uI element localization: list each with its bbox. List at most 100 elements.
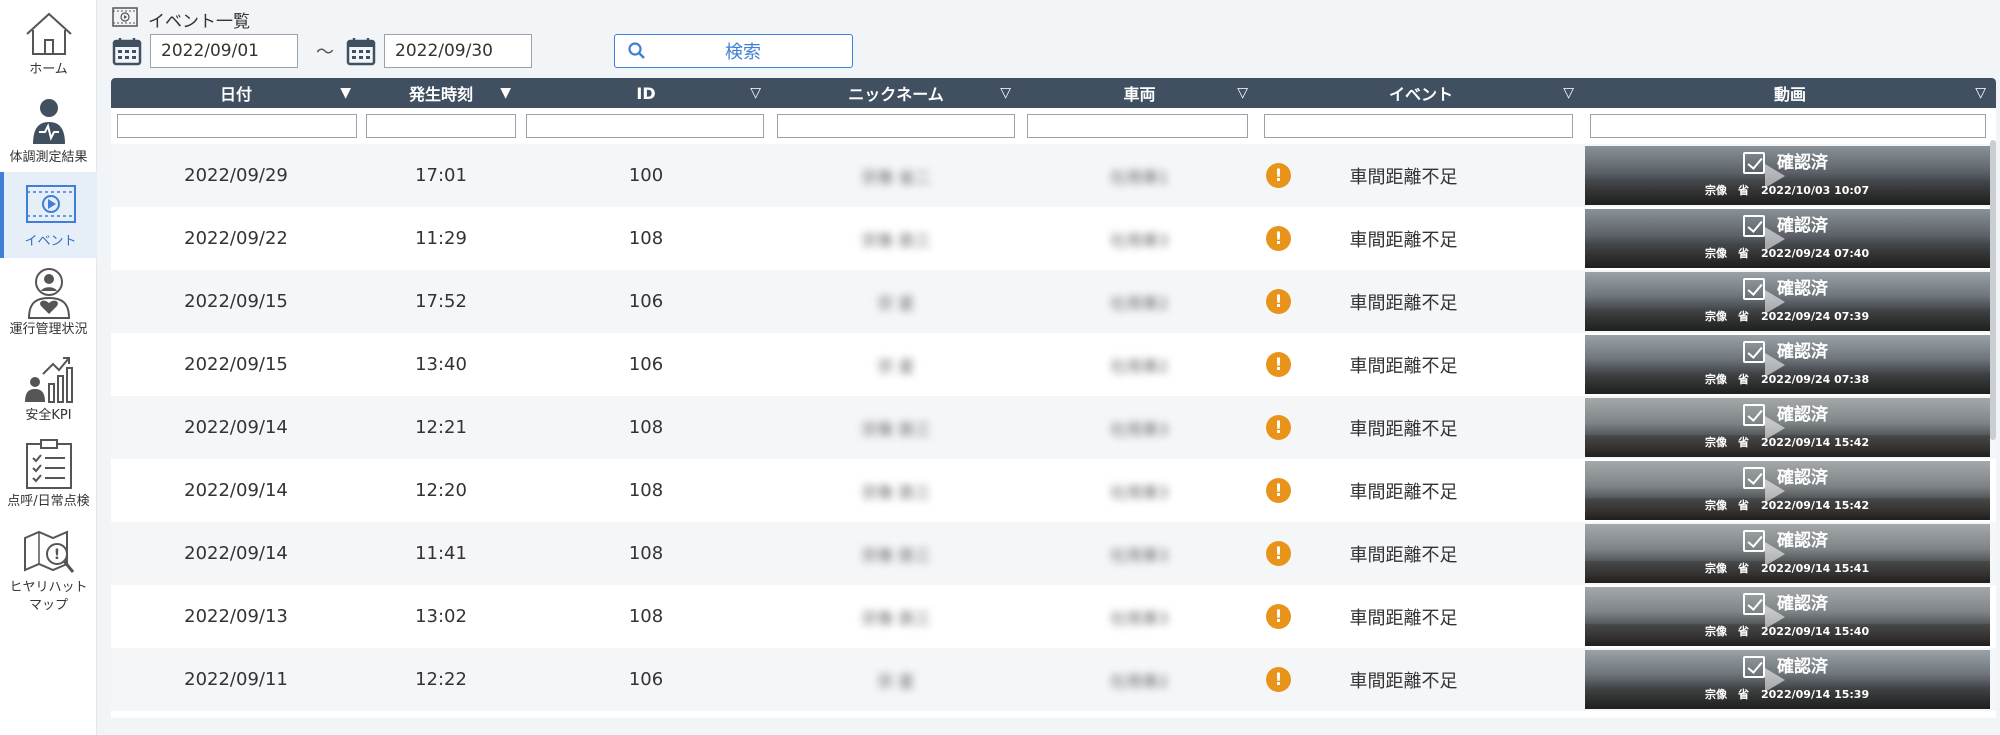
cell-vehicle: 社用車1 — [1110, 167, 1169, 187]
video-status: 確認済 — [1777, 216, 1828, 236]
cell-event: 車間距離不足 — [1349, 670, 1458, 692]
video-meta: 宗像 省 2022/09/14 15:40 — [1705, 625, 1955, 639]
filter-vehicle-input[interactable] — [1027, 114, 1248, 138]
checkbox-checked-icon[interactable] — [1743, 341, 1765, 363]
table-row[interactable]: 2022/09/14 12:21 108 宗像 鉄三 社用車3! 車間距離不足 確認済 宗像 … — [111, 396, 1996, 459]
cell-id: 108 — [628, 417, 664, 438]
table-row[interactable]: 2022/09/15 17:52 106 宗 星 社用車2! 車間距離不足 確認済 宗像 省 2… — [111, 270, 1996, 333]
table-row[interactable]: 2022/09/13 13:02 108 宗像 鉄三 社用車3! 車間距離不足 確認済 宗像 … — [111, 585, 1996, 648]
date-to-input[interactable] — [384, 34, 532, 68]
video-meta: 宗像 省 2022/09/24 07:38 — [1705, 373, 1955, 387]
video-thumbnail[interactable]: 確認済 宗像 省 2022/09/14 15:39 — [1585, 650, 1990, 709]
video-thumbnail[interactable]: 確認済 宗像 省 2022/09/14 15:42 — [1585, 461, 1990, 520]
video-thumbnail[interactable]: 確認済 宗像 省 2022/09/24 07:40 — [1585, 209, 1990, 268]
table-row[interactable]: 2022/09/22 11:29 108 宗像 鉄三 社用車3! 車間距離不足 確認済 宗像 … — [111, 207, 1996, 270]
cell-nickname: 宗像 鉄三 — [861, 419, 931, 439]
cell-vehicle: 社用車3 — [1110, 482, 1169, 502]
video-meta: 宗像 省 2022/09/14 15:42 — [1705, 436, 1955, 450]
video-status: 確認済 — [1777, 531, 1828, 551]
filter-nickname-input[interactable] — [777, 114, 1015, 138]
video-confirmed-at: 2022/09/14 15:42 — [1761, 436, 1870, 449]
video-status: 確認済 — [1777, 468, 1828, 488]
checkbox-checked-icon[interactable] — [1743, 215, 1765, 237]
cell-time: 17:01 — [415, 165, 467, 186]
video-thumbnail[interactable]: 確認済 宗像 省 2022/09/14 15:41 — [1585, 524, 1990, 583]
cell-date: 2022/09/14 — [184, 417, 288, 438]
scrollbar[interactable] — [1990, 140, 1996, 440]
page-title: イベント一覧 — [148, 12, 250, 32]
column-header-nickname[interactable]: ニックネーム ▽ — [771, 78, 1021, 108]
filter-event-input[interactable] — [1264, 114, 1573, 138]
warning-icon: ! — [1266, 163, 1291, 188]
sidebar-item-rollcall[interactable]: 点呼/日常点検 — [0, 432, 97, 518]
checkbox-checked-icon[interactable] — [1743, 656, 1765, 678]
checkbox-checked-icon[interactable] — [1743, 404, 1765, 426]
cell-date: 2022/09/15 — [184, 291, 288, 312]
filter-video-input[interactable] — [1590, 114, 1986, 138]
date-from-input[interactable] — [150, 34, 298, 68]
cell-date: 2022/09/14 — [184, 480, 288, 501]
cell-id: 108 — [628, 228, 664, 249]
video-thumbnail[interactable]: 確認済 宗像 省 2022/09/14 15:42 — [1585, 398, 1990, 457]
video-thumbnail[interactable]: 確認済 宗像 省 2022/09/24 07:38 — [1585, 335, 1990, 394]
sidebar-item-home[interactable]: ホーム — [0, 0, 97, 86]
column-header-vehicle[interactable]: 車両 ▽ — [1021, 78, 1258, 108]
video-confirmed-by: 宗像 省 — [1705, 373, 1749, 386]
column-header-date[interactable]: 日付 ▼ — [111, 78, 361, 108]
sort-icon[interactable]: ▼ — [340, 85, 351, 101]
cell-time: 13:02 — [415, 606, 467, 627]
video-confirmed-at: 2022/09/14 15:39 — [1761, 688, 1870, 701]
sort-icon[interactable]: ▼ — [500, 85, 511, 101]
table-row[interactable]: 2022/09/15 13:40 106 宗 星 社用車2! 車間距離不足 確認済 宗像 省 2… — [111, 333, 1996, 396]
table-row[interactable]: 2022/09/11 12:22 106 宗 星 社用車2! 車間距離不足 確認済 宗像 省 2… — [111, 648, 1996, 711]
calendar-icon[interactable] — [112, 36, 142, 66]
sort-icon[interactable]: ▽ — [750, 85, 761, 101]
table-row[interactable]: 2022/09/14 11:41 108 宗像 鉄三 社用車3! 車間距離不足 確認済 宗像 … — [111, 522, 1996, 585]
table-row[interactable]: 2022/09/29 17:01 100 宗像 省二 社用車1! 車間距離不足 確認済 宗像 … — [111, 144, 1996, 207]
video-thumbnail[interactable]: 確認済 宗像 省 2022/09/14 15:40 — [1585, 587, 1990, 646]
sidebar-item-health[interactable]: 体調測定結果 — [0, 88, 97, 174]
warning-icon: ! — [1266, 226, 1291, 251]
checkbox-checked-icon[interactable] — [1743, 467, 1765, 489]
sidebar-item-event[interactable]: イベント — [0, 172, 97, 258]
filter-id-input[interactable] — [526, 114, 764, 138]
video-status: 確認済 — [1777, 279, 1828, 299]
table-row[interactable]: 2022/09/14 12:20 108 宗像 鉄三 社用車3! 車間距離不足 確認済 宗像 … — [111, 459, 1996, 522]
checkbox-checked-icon[interactable] — [1743, 278, 1765, 300]
column-header-video[interactable]: 動画 ▽ — [1584, 78, 1996, 108]
checkbox-checked-icon[interactable] — [1743, 152, 1765, 174]
checkbox-checked-icon[interactable] — [1743, 593, 1765, 615]
calendar-icon[interactable] — [346, 36, 376, 66]
filter-time-input[interactable] — [366, 114, 516, 138]
sidebar-item-near-miss-map[interactable]: ! ヒヤリハット マップ — [0, 518, 97, 628]
video-confirmed-by: 宗像 省 — [1705, 625, 1749, 638]
cell-id: 106 — [628, 669, 664, 690]
filter-date-input[interactable] — [117, 114, 357, 138]
sort-icon[interactable]: ▽ — [1237, 85, 1248, 101]
video-confirmed-by: 宗像 省 — [1705, 310, 1749, 323]
column-header-event[interactable]: イベント ▽ — [1258, 78, 1584, 108]
sidebar-item-operation[interactable]: 運行管理状況 — [0, 260, 97, 346]
warning-icon: ! — [1266, 289, 1291, 314]
sort-icon[interactable]: ▽ — [1975, 85, 1986, 101]
sidebar-item-label-line1: ヒヤリハット — [9, 580, 88, 595]
checklist-icon — [25, 439, 72, 489]
sort-icon[interactable]: ▽ — [1000, 85, 1011, 101]
column-header-time[interactable]: 発生時刻 ▼ — [361, 78, 521, 108]
cell-id: 108 — [628, 480, 664, 501]
video-thumbnail[interactable]: 確認済 宗像 省 2022/10/03 10:07 — [1585, 146, 1990, 205]
cell-vehicle: 社用車2 — [1110, 293, 1169, 313]
cell-time: 17:52 — [415, 291, 467, 312]
sidebar-item-kpi[interactable]: 安全KPI — [0, 346, 97, 432]
cell-date: 2022/09/13 — [184, 606, 288, 627]
warning-icon: ! — [1266, 352, 1291, 377]
sort-icon[interactable]: ▽ — [1563, 85, 1574, 101]
cell-vehicle: 社用車3 — [1110, 545, 1169, 565]
checkbox-checked-icon[interactable] — [1743, 530, 1765, 552]
video-thumbnail[interactable]: 確認済 宗像 省 2022/09/24 07:39 — [1585, 272, 1990, 331]
sidebar: ホーム 体調測定結果 イベント 運行管理状況 安全KPI 点呼/日常点検 ! ヒ… — [0, 0, 97, 735]
column-header-id[interactable]: ID ▽ — [521, 78, 771, 108]
video-meta: 宗像 省 2022/09/14 15:39 — [1705, 688, 1955, 702]
search-button[interactable]: 検索 — [614, 34, 853, 68]
cell-nickname: 宗像 鉄三 — [861, 545, 931, 565]
